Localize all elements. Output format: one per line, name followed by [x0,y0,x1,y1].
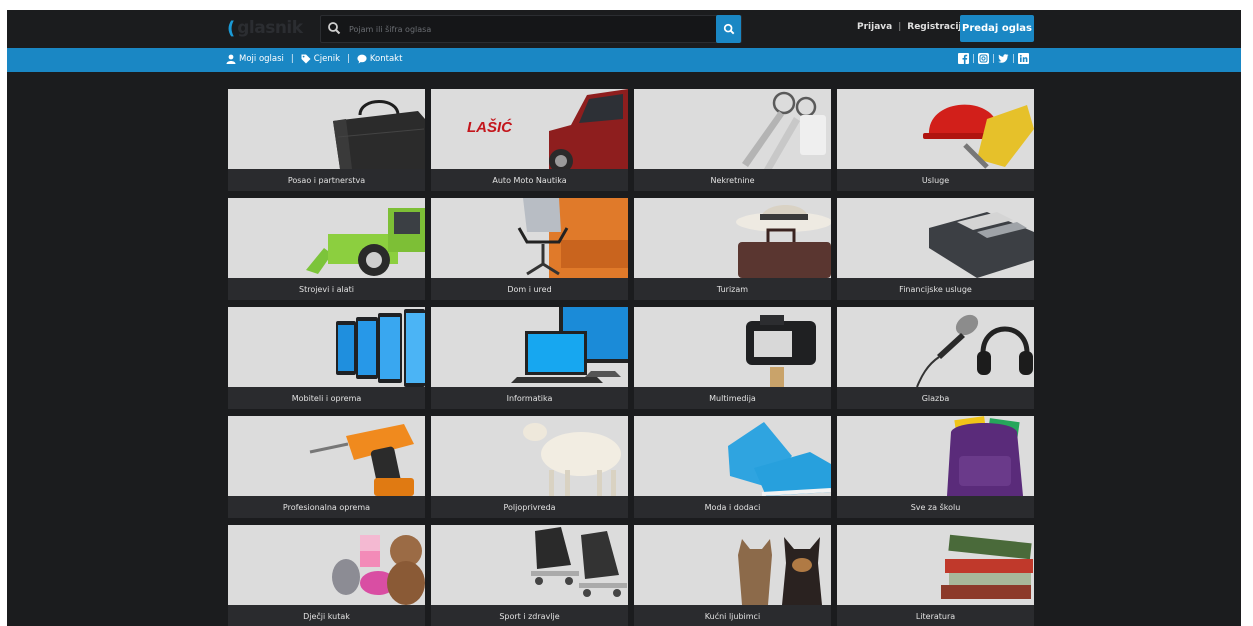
pricing-label: Cjenik [313,54,340,64]
category-tile-glazba[interactable]: Glazba [837,307,1034,409]
category-label: Posao i partnerstva [228,169,425,191]
brand-logo-text: LAŠIĆ [467,118,513,136]
category-label: Mobiteli i oprema [228,387,425,409]
register-link[interactable]: Registracija [907,22,967,32]
nav-bar: Moji oglasi | Cjenik | Kontakt | | | [7,48,1241,72]
search-box [320,15,742,43]
category-tile-informatika[interactable]: Informatika [431,307,628,409]
category-tile-mobiteli[interactable]: Mobiteli i oprema [228,307,425,409]
top-bar: ( glasnik Prijava | Registracija Predaj … [7,10,1241,47]
category-tile-usluge[interactable]: Usluge [837,89,1034,191]
category-tile-auto[interactable]: LAŠIĆ Auto Moto Nautika [431,89,628,191]
my-ads-link[interactable]: Moji oglasi [226,54,284,64]
category-label: Sve za školu [837,496,1034,518]
backpack-icon [837,416,1034,496]
books-icon [837,525,1034,605]
category-label: Kućni ljubimci [634,605,831,626]
facebook-icon[interactable] [958,53,969,64]
hardhat-icon [837,89,1034,169]
category-label: Financijske usluge [837,278,1034,300]
category-grid: Posao i partnerstva LAŠIĆ Auto Moto Naut… [228,89,1034,626]
separator: | [290,54,294,64]
category-tile-multimedija[interactable]: Multimedija [634,307,831,409]
category-label: Usluge [837,169,1034,191]
camera-icon [634,307,831,387]
laptop-bag-icon [228,89,425,169]
skates-icon [431,525,628,605]
category-label: Turizam [634,278,831,300]
category-label: Strojevi i alati [228,278,425,300]
wallet-icon [837,198,1034,278]
category-label: Literatura [837,605,1034,626]
category-label: Glazba [837,387,1034,409]
twitter-icon[interactable] [998,53,1009,64]
drill-icon [228,416,425,496]
category-tile-literatura[interactable]: Literatura [837,525,1034,626]
search-button[interactable] [716,15,741,43]
contact-link[interactable]: Kontakt [357,54,403,64]
page-frame: ( glasnik Prijava | Registracija Predaj … [7,10,1241,626]
separator: | [347,54,350,64]
category-tile-dom[interactable]: Dom i ured [431,198,628,300]
instagram-icon[interactable] [978,53,990,64]
separator: | [898,22,902,32]
tag-icon [301,54,311,64]
nav-links: Moji oglasi | Cjenik | Kontakt [226,54,402,64]
category-tile-nekretnine[interactable]: Nekretnine [634,89,831,191]
site-logo[interactable]: ( glasnik [227,17,303,39]
category-label: Poljoprivreda [431,496,628,518]
car-icon: LAŠIĆ [431,89,628,169]
chat-bubble-icon [357,54,367,64]
my-ads-label: Moji oglasi [239,54,284,64]
category-label: Informatika [431,387,628,409]
category-tile-moda[interactable]: Moda i dodaci [634,416,831,518]
category-label: Moda i dodaci [634,496,831,518]
contact-label: Kontakt [369,54,403,64]
chair-icon [431,198,628,278]
category-tile-profesionalna[interactable]: Profesionalna oprema [228,416,425,518]
search-input[interactable] [347,18,721,40]
category-label: Dom i ured [431,278,628,300]
computers-icon [431,307,628,387]
microphone-icon [837,307,1034,387]
sheep-icon [431,416,628,496]
category-label: Sport i zdravlje [431,605,628,626]
category-tile-strojevi[interactable]: Strojevi i alati [228,198,425,300]
sneakers-icon [634,416,831,496]
social-links: | | | [958,53,1030,64]
phones-icon [228,307,425,387]
linkedin-icon[interactable] [1018,53,1030,64]
category-label: Auto Moto Nautika [431,169,628,191]
logo-mark-icon: ( [227,17,236,39]
category-tile-djecji[interactable]: Dječji kutak [228,525,425,626]
search-icon [723,23,734,35]
toys-icon [228,525,425,605]
login-link[interactable]: Prijava [857,22,892,32]
tractor-icon [228,198,425,278]
account-links: Prijava | Registracija [857,22,968,32]
user-icon [226,54,236,64]
category-label: Nekretnine [634,169,831,191]
pets-icon [634,525,831,605]
logo-text: glasnik [237,18,303,38]
category-tile-skola[interactable]: Sve za školu [837,416,1034,518]
category-label: Multimedija [634,387,831,409]
category-tile-poljoprivreda[interactable]: Poljoprivreda [431,416,628,518]
post-ad-button[interactable]: Predaj oglas [960,15,1034,42]
category-tile-posao[interactable]: Posao i partnerstva [228,89,425,191]
search-icon [328,22,341,35]
keys-icon [634,89,831,169]
category-label: Profesionalna oprema [228,496,425,518]
suitcase-hat-icon [634,198,831,278]
category-tile-ljubimci[interactable]: Kućni ljubimci [634,525,831,626]
category-tile-financije[interactable]: Financijske usluge [837,198,1034,300]
pricing-link[interactable]: Cjenik [301,54,340,64]
category-tile-turizam[interactable]: Turizam [634,198,831,300]
category-tile-sport[interactable]: Sport i zdravlje [431,525,628,626]
category-label: Dječji kutak [228,605,425,626]
